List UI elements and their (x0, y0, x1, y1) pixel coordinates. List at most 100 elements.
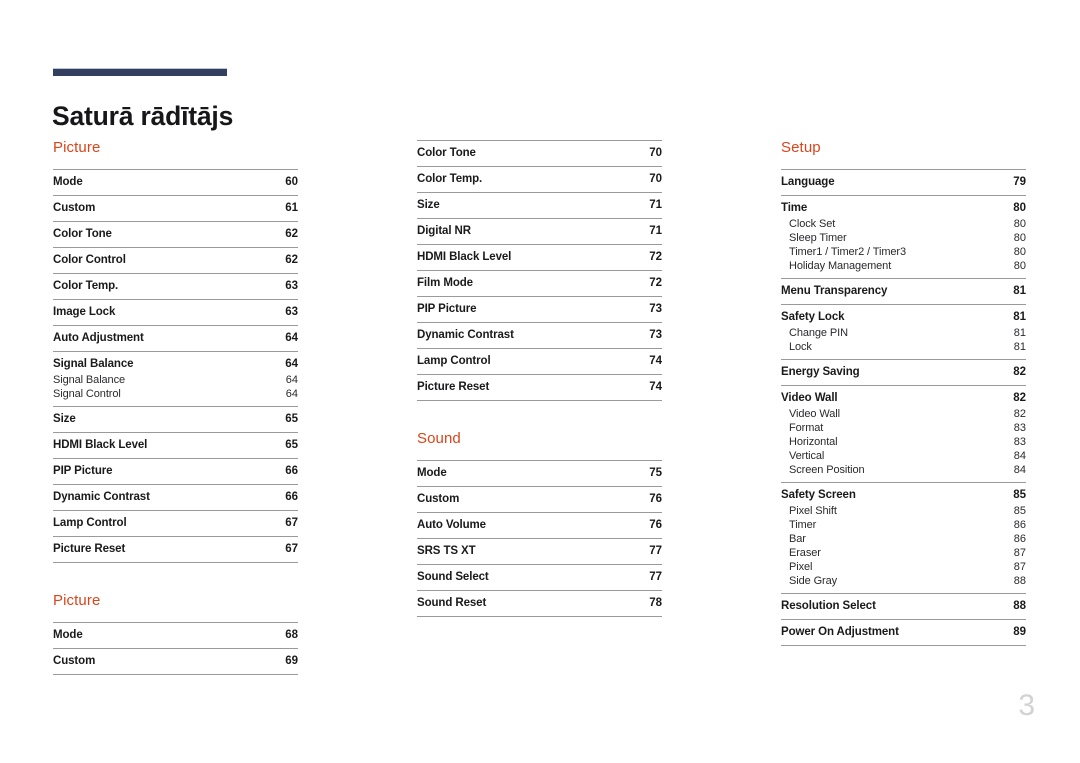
toc-subentry-group: Video Wall 82 Format 83 Horizontal 83 Vertical… (781, 407, 1026, 483)
toc-entry[interactable]: Dynamic Contrast 66 (53, 485, 298, 511)
toc-section: Setup Language 79 Time 80 Clock Set 80 Sleep Ti… (781, 140, 1026, 646)
toc-entry[interactable]: Energy Saving 82 (781, 360, 1026, 386)
toc-subentry[interactable]: Signal Control 64 (53, 387, 298, 401)
toc-entry[interactable]: Digital NR 71 (417, 219, 662, 245)
toc-entry[interactable]: Auto Volume 76 (417, 513, 662, 539)
toc-entry-label: Sleep Timer (789, 232, 847, 244)
toc-subentry[interactable]: Screen Position 84 (781, 463, 1026, 477)
toc-entry[interactable]: PIP Picture 73 (417, 297, 662, 323)
toc-entry-label: Mode (53, 629, 83, 641)
toc-entry[interactable]: Sound Reset 78 (417, 591, 662, 617)
toc-entry[interactable]: Color Temp. 63 (53, 274, 298, 300)
toc-subentry[interactable]: Horizontal 83 (781, 435, 1026, 449)
toc-subentry[interactable]: Bar 86 (781, 532, 1026, 546)
toc-subentry[interactable]: Timer 86 (781, 518, 1026, 532)
toc-entry-label: Color Tone (53, 228, 112, 240)
toc-entry[interactable]: Lamp Control 67 (53, 511, 298, 537)
toc-entry-label: Custom (417, 493, 460, 505)
toc-entry[interactable]: Signal Balance 64 (53, 352, 298, 373)
toc-subentry[interactable]: Clock Set 80 (781, 217, 1026, 231)
toc-entry[interactable]: Color Control 62 (53, 248, 298, 274)
toc-entry-label: Timer (789, 519, 817, 531)
toc-entry[interactable]: HDMI Black Level 65 (53, 433, 298, 459)
toc-entry[interactable]: HDMI Black Level 72 (417, 245, 662, 271)
toc-entry[interactable]: Color Tone 70 (417, 141, 662, 167)
toc-entry[interactable]: Menu Transparency 81 (781, 279, 1026, 305)
toc-entry[interactable]: Custom 76 (417, 487, 662, 513)
toc-entry[interactable]: PIP Picture 66 (53, 459, 298, 485)
toc-entry[interactable]: Image Lock 63 (53, 300, 298, 326)
toc-entry[interactable]: Mode 75 (417, 461, 662, 487)
toc-entry[interactable]: Sound Select 77 (417, 565, 662, 591)
toc-entry-page: 71 (649, 225, 662, 237)
toc-entry[interactable]: Picture Reset 74 (417, 375, 662, 401)
toc-entry-page: 64 (285, 332, 298, 344)
toc-entry[interactable]: Color Tone 62 (53, 222, 298, 248)
toc-entry-label: HDMI Black Level (53, 439, 148, 451)
toc-entry[interactable]: Film Mode 72 (417, 271, 662, 297)
toc-entry[interactable]: Mode 68 (53, 623, 298, 649)
toc-entry[interactable]: Custom 61 (53, 196, 298, 222)
toc-entry[interactable]: Color Temp. 70 (417, 167, 662, 193)
toc-entry[interactable]: Lamp Control 74 (417, 349, 662, 375)
toc-entry[interactable]: Size 71 (417, 193, 662, 219)
toc-subentry[interactable]: Pixel 87 (781, 560, 1026, 574)
page-title: Saturā rādītājs (52, 100, 234, 131)
toc-entry-page: 77 (649, 545, 662, 557)
toc-entry-label: Film Mode (417, 277, 473, 289)
toc-entry-page: 63 (285, 280, 298, 292)
toc-section: Color Tone 70 Color Temp. 70 Size 71 Digital N… (417, 140, 662, 401)
toc-entry-page: 88 (1013, 575, 1026, 587)
toc-entry-page: 81 (1013, 285, 1026, 297)
toc-entry-label: Power On Adjustment (781, 626, 899, 638)
toc-entry[interactable]: Safety Lock 81 (781, 305, 1026, 326)
toc-subentry[interactable]: Side Gray 88 (781, 574, 1026, 588)
toc-entry-label: Size (53, 413, 76, 425)
toc-entry-page: 86 (1013, 519, 1026, 531)
toc-subentry[interactable]: Lock 81 (781, 340, 1026, 354)
toc-entry[interactable]: Custom 69 (53, 649, 298, 675)
toc-entry[interactable]: SRS TS XT 77 (417, 539, 662, 565)
toc-entry-page: 77 (649, 571, 662, 583)
toc-entry-page: 65 (285, 413, 298, 425)
toc-subentry[interactable]: Change PIN 81 (781, 326, 1026, 340)
toc-subentry[interactable]: Signal Balance 64 (53, 373, 298, 387)
toc-entry-page: 72 (649, 251, 662, 263)
toc-entry[interactable]: Time 80 (781, 196, 1026, 217)
toc-subentry[interactable]: Video Wall 82 (781, 407, 1026, 421)
toc-entry[interactable]: Language 79 (781, 170, 1026, 196)
toc-entry-label: Mode (53, 176, 83, 188)
toc-subentry[interactable]: Pixel Shift 85 (781, 504, 1026, 518)
toc-subentry[interactable]: Timer1 / Timer2 / Timer3 80 (781, 245, 1026, 259)
toc-section: Picture Mode 68 Custom 69 (53, 593, 298, 675)
toc-subentry[interactable]: Holiday Management 80 (781, 259, 1026, 273)
toc-entry-page: 67 (285, 543, 298, 555)
toc-entry[interactable]: Safety Screen 85 (781, 483, 1026, 504)
toc-entry-label: Digital NR (417, 225, 471, 237)
toc-entry[interactable]: Video Wall 82 (781, 386, 1026, 407)
toc-entry[interactable]: Mode 60 (53, 170, 298, 196)
toc-entry[interactable]: Picture Reset 67 (53, 537, 298, 563)
toc-entry-label: Signal Balance (53, 358, 134, 370)
toc-subentry[interactable]: Sleep Timer 80 (781, 231, 1026, 245)
toc-entry[interactable]: Size 65 (53, 407, 298, 433)
toc-subentry[interactable]: Eraser 87 (781, 546, 1026, 560)
toc-entry-page: 62 (285, 228, 298, 240)
toc-entry[interactable]: Dynamic Contrast 73 (417, 323, 662, 349)
toc-subentry-group: Change PIN 81 Lock 81 (781, 326, 1026, 360)
toc-entry[interactable]: Power On Adjustment 89 (781, 620, 1026, 646)
toc-entry-page: 82 (1013, 408, 1026, 420)
toc-entry[interactable]: Auto Adjustment 64 (53, 326, 298, 352)
document-page: Saturā rādītājs Picture Mode 60 Custom 61 Col… (0, 0, 1080, 763)
toc-entry-page: 75 (649, 467, 662, 479)
toc-entry[interactable]: Resolution Select 88 (781, 594, 1026, 620)
toc-subentry[interactable]: Format 83 (781, 421, 1026, 435)
toc-entry-page: 64 (285, 358, 298, 370)
toc-entry-list: Color Tone 70 Color Temp. 70 Size 71 Digital N… (417, 140, 662, 401)
toc-entry-label: Safety Screen (781, 489, 856, 501)
toc-entry-page: 81 (1013, 341, 1026, 353)
toc-entry-label: HDMI Black Level (417, 251, 512, 263)
toc-entry-page: 76 (649, 493, 662, 505)
toc-entry-page: 81 (1013, 327, 1026, 339)
toc-subentry[interactable]: Vertical 84 (781, 449, 1026, 463)
